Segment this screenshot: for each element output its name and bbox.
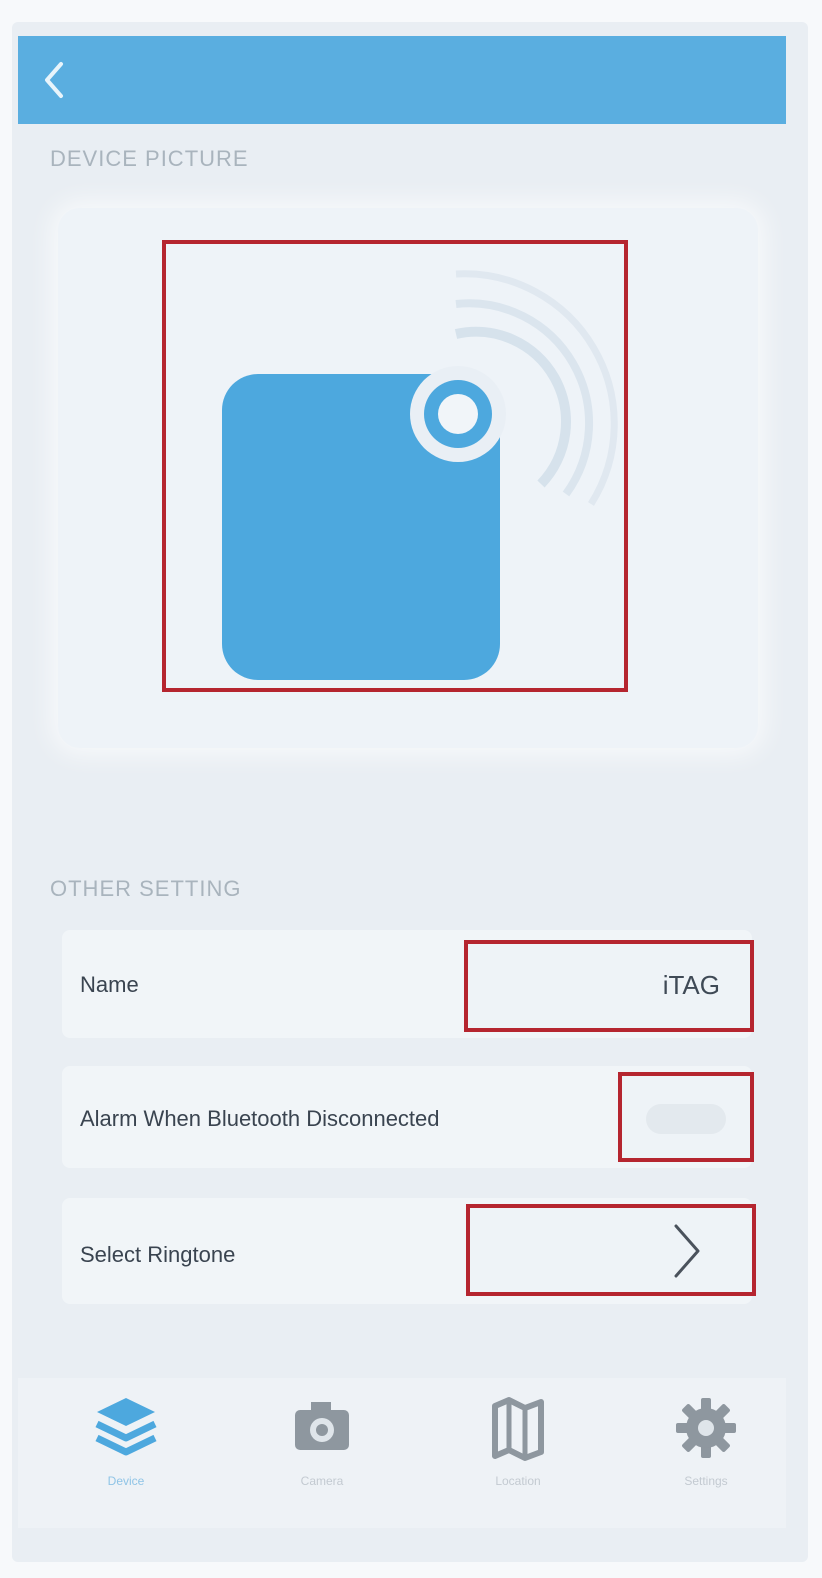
tab-settings-label: Settings [684,1474,728,1488]
camera-icon [295,1402,349,1450]
gear-icon [676,1398,736,1458]
header-bar [18,36,786,124]
alarm-label: Alarm When Bluetooth Disconnected [80,1106,440,1131]
tab-camera-label: Camera [300,1474,344,1488]
back-button[interactable] [34,54,74,106]
chevron-left-icon [45,62,63,98]
name-field[interactable]: iTAG [464,940,754,1032]
alarm-toggle[interactable] [618,1072,754,1162]
ringtone-label: Select Ringtone [80,1242,236,1267]
tab-device-label: Device [107,1474,145,1488]
chevron-right-icon [674,1224,700,1278]
name-value: iTAG [662,970,720,1000]
tab-location[interactable]: Location [458,1392,578,1502]
ringtone-selector[interactable] [466,1204,756,1296]
device-picture-title: DEVICE PICTURE [50,146,249,171]
tab-location-label: Location [495,1474,541,1488]
map-icon [492,1397,544,1461]
name-label: Name [80,972,139,997]
bottom-tab-bar: Device Camera Location Settings [18,1378,786,1528]
layers-icon [95,1398,157,1456]
tab-camera[interactable]: Camera [262,1392,382,1502]
tab-device[interactable]: Device [66,1392,186,1502]
toggle-knob [646,1104,726,1134]
other-setting-title: OTHER SETTING [50,876,242,901]
tab-settings[interactable]: Settings [646,1392,766,1502]
bluetooth-tag-icon [222,270,618,680]
device-picture[interactable] [162,240,628,692]
